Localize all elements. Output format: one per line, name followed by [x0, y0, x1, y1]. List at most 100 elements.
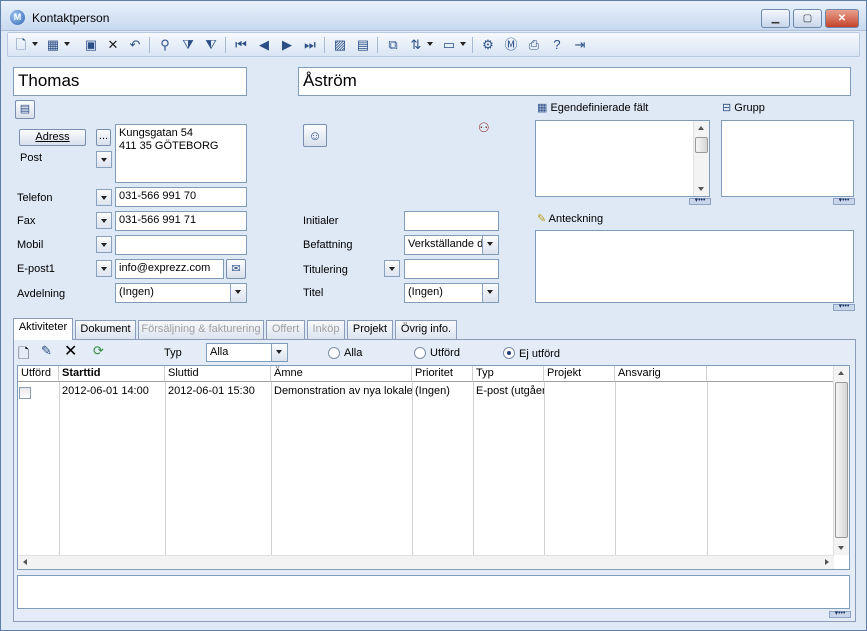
user-check-icon[interactable]: ⚇	[478, 120, 490, 136]
search-icon[interactable]: ⚲	[156, 36, 174, 54]
delete-icon[interactable]: ✕	[104, 36, 122, 54]
contacts-dropdown-icon[interactable]	[64, 42, 70, 46]
last-name-field[interactable]: Åström	[298, 67, 851, 96]
address-button[interactable]: Adress	[19, 129, 86, 146]
sort-dropdown-icon[interactable]	[427, 42, 433, 46]
phone-type-dropdown[interactable]	[96, 189, 112, 206]
app-menu-icon[interactable]: Ⓜ	[502, 36, 520, 54]
title-select[interactable]: (Ingen)	[404, 283, 499, 303]
first-record-icon[interactable]: ⏮	[232, 36, 250, 54]
new-dropdown-icon[interactable]	[32, 42, 38, 46]
minimize-button[interactable]: ▁	[761, 9, 790, 28]
column-header-subject[interactable]: Ämne	[271, 366, 412, 382]
maximize-button[interactable]: ▢	[793, 9, 822, 28]
custom-fields-scrollbar[interactable]	[693, 121, 709, 196]
last-record-icon[interactable]: ⏭	[301, 36, 319, 54]
fax-field[interactable]: 031-566 991 71	[115, 211, 247, 231]
mobile-type-dropdown[interactable]	[96, 236, 112, 253]
chevron-down-icon[interactable]	[482, 284, 498, 302]
column-header-project[interactable]: Projekt	[544, 366, 615, 382]
fax-type-dropdown[interactable]	[96, 212, 112, 229]
print-icon[interactable]: ⎙	[525, 36, 543, 54]
contact-card-icon[interactable]: ▤	[15, 100, 35, 119]
column-header-done[interactable]: Utförd	[18, 366, 59, 382]
department-select[interactable]: (Ingen)	[115, 283, 247, 303]
column-header-start[interactable]: Starttid	[59, 366, 165, 382]
radio-all[interactable]	[328, 347, 340, 359]
email-type-dropdown[interactable]	[96, 260, 112, 277]
delete-activity-icon[interactable]: ✕	[64, 341, 77, 361]
scroll-up-icon[interactable]	[698, 126, 704, 130]
mobile-field[interactable]	[115, 235, 247, 255]
scroll-thumb[interactable]	[835, 382, 848, 538]
tab-sales-invoicing[interactable]: Försäljning & fakturering	[138, 320, 264, 339]
group-box[interactable]	[721, 120, 854, 197]
previous-record-icon[interactable]: ◀	[255, 36, 273, 54]
address-type-dropdown[interactable]	[96, 151, 112, 168]
salutation-dropdown[interactable]	[384, 260, 400, 277]
note-more-button[interactable]: ▾•••	[833, 303, 855, 311]
close-window-button[interactable]: ✕	[825, 9, 859, 28]
scroll-down-icon[interactable]	[698, 187, 704, 191]
scroll-up-icon[interactable]	[838, 371, 844, 375]
tab-quote[interactable]: Offert	[266, 320, 305, 339]
save-icon[interactable]: ▣	[82, 36, 100, 54]
position-select[interactable]: Verkställande d	[404, 235, 499, 255]
report-icon[interactable]: ▭	[440, 36, 458, 54]
settings-icon[interactable]: ⚙	[479, 36, 497, 54]
tab-activities[interactable]: Aktiviteter	[13, 318, 73, 340]
new-document-icon[interactable]: 🗋	[12, 36, 30, 54]
column-header-priority[interactable]: Prioritet	[412, 366, 473, 382]
copy-icon[interactable]: ⧉	[384, 36, 402, 54]
picture-icon[interactable]: ▨	[331, 36, 349, 54]
address-box[interactable]: Kungsgatan 54 411 35 GÖTEBORG	[115, 124, 247, 183]
address-more-button[interactable]: ...	[96, 129, 111, 146]
email-field[interactable]: info@exprezz.com	[115, 259, 224, 279]
salutation-field[interactable]	[404, 259, 499, 279]
custom-fields-more-button[interactable]: ▾•••	[689, 197, 711, 205]
column-header-type[interactable]: Typ	[473, 366, 544, 382]
edit-activity-icon[interactable]: ✎	[41, 343, 52, 359]
radio-done[interactable]	[414, 347, 426, 359]
first-name-field[interactable]: Thomas	[13, 67, 247, 96]
help-icon[interactable]: ?	[548, 36, 566, 54]
detail-more-button[interactable]: ▾•••	[829, 610, 851, 618]
refresh-icon[interactable]: ⟳	[93, 343, 104, 359]
send-email-icon[interactable]: ✉	[226, 259, 246, 279]
scroll-right-icon[interactable]	[825, 559, 829, 565]
type-filter-select[interactable]: Alla	[206, 343, 288, 362]
exit-icon[interactable]: ⇥	[571, 36, 589, 54]
scroll-left-icon[interactable]	[23, 559, 27, 565]
undo-icon[interactable]: ↶	[126, 36, 144, 54]
activity-detail-box[interactable]	[17, 575, 850, 609]
radio-not-done[interactable]	[503, 347, 515, 359]
chevron-down-icon[interactable]	[482, 236, 498, 254]
report-dropdown-icon[interactable]	[460, 42, 466, 46]
contacts-icon[interactable]: ▦	[44, 36, 62, 54]
scroll-thumb[interactable]	[695, 137, 708, 153]
filter-icon[interactable]: ⧩	[179, 36, 197, 54]
clear-filter-icon[interactable]: ⧨	[202, 36, 220, 54]
activities-vertical-scrollbar[interactable]	[833, 366, 849, 555]
phone-field[interactable]: 031-566 991 70	[115, 187, 247, 207]
tab-other-info[interactable]: Övrig info.	[395, 320, 457, 339]
new-activity-icon[interactable]: 🗋	[18, 343, 29, 367]
tab-project[interactable]: Projekt	[347, 320, 393, 339]
tab-purchase[interactable]: Inköp	[307, 320, 345, 339]
group-more-button[interactable]: ▾•••	[833, 197, 855, 205]
done-checkbox[interactable]	[19, 387, 31, 399]
person-photo-icon[interactable]: ☺	[303, 124, 327, 147]
tab-documents[interactable]: Dokument	[75, 320, 136, 339]
column-header-end[interactable]: Sluttid	[165, 366, 271, 382]
column-header-responsible[interactable]: Ansvarig	[615, 366, 707, 382]
activities-horizontal-scrollbar[interactable]	[18, 555, 834, 569]
initials-field[interactable]	[404, 211, 499, 231]
card-icon[interactable]: ▤	[354, 36, 372, 54]
scroll-down-icon[interactable]	[838, 546, 844, 550]
note-box[interactable]	[535, 230, 854, 303]
chevron-down-icon[interactable]	[230, 284, 246, 302]
sort-icon[interactable]: ⇅	[407, 36, 425, 54]
chevron-down-icon[interactable]	[271, 344, 287, 361]
next-record-icon[interactable]: ▶	[278, 36, 296, 54]
custom-fields-box[interactable]	[535, 120, 710, 197]
